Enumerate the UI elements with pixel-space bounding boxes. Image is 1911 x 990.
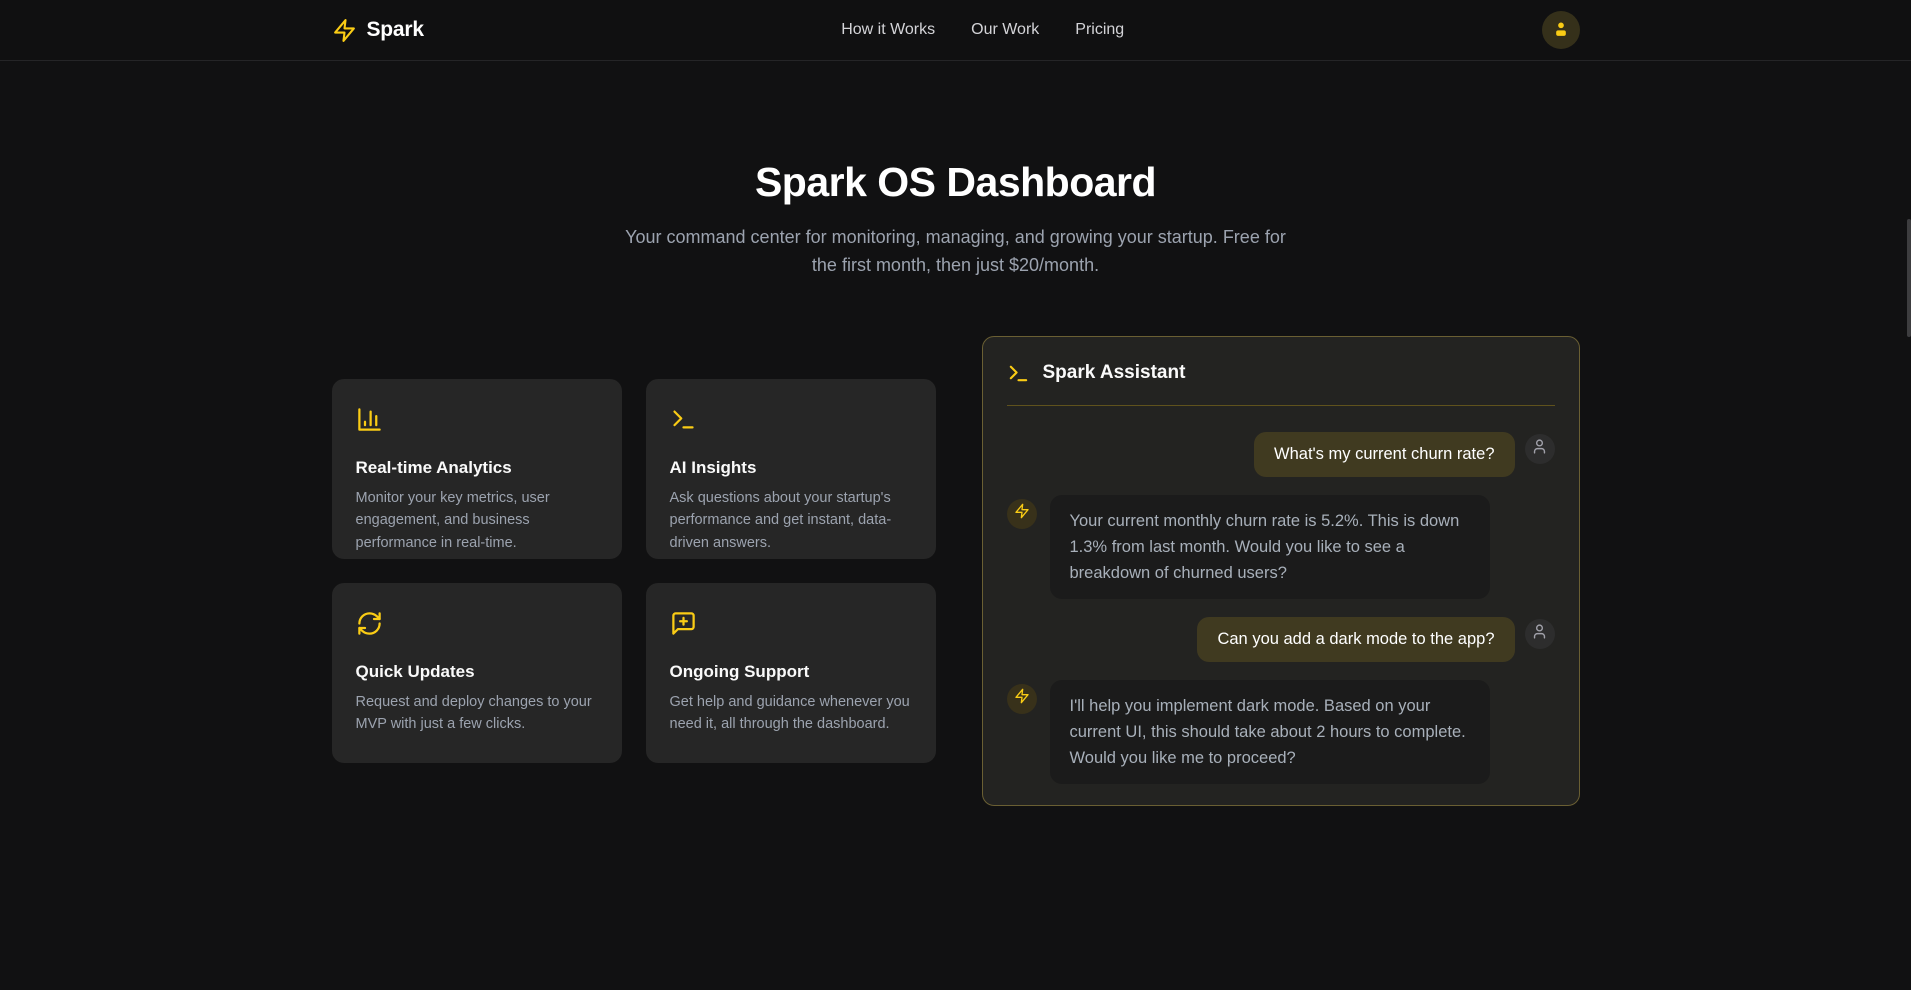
assistant-message-bubble: I'll help you implement dark mode. Based…	[1050, 680, 1490, 784]
feature-description: Request and deploy changes to your MVP w…	[356, 691, 598, 736]
feature-description: Get help and guidance whenever you need …	[670, 691, 912, 736]
chat-title: Spark Assistant	[1043, 362, 1186, 384]
nav-link-our-work[interactable]: Our Work	[971, 21, 1039, 39]
chat-message-user: Can you add a dark mode to the app?	[1007, 617, 1555, 662]
feature-title: Real-time Analytics	[356, 458, 598, 478]
user-icon	[1551, 19, 1571, 42]
user-avatar	[1525, 434, 1555, 464]
chat-message-assistant: I'll help you implement dark mode. Based…	[1007, 680, 1555, 784]
feature-card-ai-insights: AI Insights Ask questions about your sta…	[646, 379, 936, 559]
user-icon	[1531, 623, 1548, 645]
hero-section: Spark OS Dashboard Your command center f…	[0, 61, 1911, 280]
spark-assistant-panel: Spark Assistant What's my current churn …	[982, 336, 1580, 806]
zap-icon	[332, 18, 357, 43]
brand-name: Spark	[367, 18, 424, 42]
bar-chart-icon	[356, 420, 383, 437]
message-square-plus-icon	[670, 624, 697, 641]
features-grid: Real-time Analytics Monitor your key met…	[332, 379, 936, 763]
refresh-icon	[356, 624, 383, 641]
feature-description: Ask questions about your startup's perfo…	[670, 487, 912, 554]
terminal-icon	[670, 420, 697, 437]
page-scrollbar	[1906, 0, 1911, 990]
chat-header-divider	[1007, 405, 1555, 406]
chat-header: Spark Assistant	[1007, 362, 1555, 385]
user-avatar	[1525, 619, 1555, 649]
assistant-avatar	[1007, 499, 1037, 529]
terminal-icon	[1007, 362, 1030, 385]
user-icon	[1531, 438, 1548, 460]
zap-icon	[1014, 688, 1030, 709]
user-message-bubble: What's my current churn rate?	[1254, 432, 1514, 477]
feature-card-quick-updates: Quick Updates Request and deploy changes…	[332, 583, 622, 763]
scrollbar-thumb[interactable]	[1907, 219, 1911, 337]
page-subtitle: Your command center for monitoring, mana…	[616, 224, 1296, 280]
feature-title: Ongoing Support	[670, 662, 912, 682]
main-section: Real-time Analytics Monitor your key met…	[0, 336, 1911, 806]
nav-links: How it Works Our Work Pricing	[841, 21, 1124, 39]
chat-messages: What's my current churn rate? Your curre…	[1007, 432, 1555, 784]
assistant-avatar	[1007, 684, 1037, 714]
feature-card-ongoing-support: Ongoing Support Get help and guidance wh…	[646, 583, 936, 763]
user-message-bubble: Can you add a dark mode to the app?	[1197, 617, 1514, 662]
user-avatar-button[interactable]	[1542, 11, 1580, 49]
navbar: Spark How it Works Our Work Pricing	[0, 0, 1911, 61]
feature-title: AI Insights	[670, 458, 912, 478]
chat-message-user: What's my current churn rate?	[1007, 432, 1555, 477]
nav-link-how-it-works[interactable]: How it Works	[841, 21, 935, 39]
feature-title: Quick Updates	[356, 662, 598, 682]
page-title: Spark OS Dashboard	[0, 159, 1911, 206]
feature-description: Monitor your key metrics, user engagemen…	[356, 487, 598, 554]
brand-logo[interactable]: Spark	[332, 18, 424, 43]
chat-message-assistant: Your current monthly churn rate is 5.2%.…	[1007, 495, 1555, 599]
feature-card-realtime-analytics: Real-time Analytics Monitor your key met…	[332, 379, 622, 559]
assistant-message-bubble: Your current monthly churn rate is 5.2%.…	[1050, 495, 1490, 599]
zap-icon	[1014, 503, 1030, 524]
nav-link-pricing[interactable]: Pricing	[1075, 21, 1124, 39]
